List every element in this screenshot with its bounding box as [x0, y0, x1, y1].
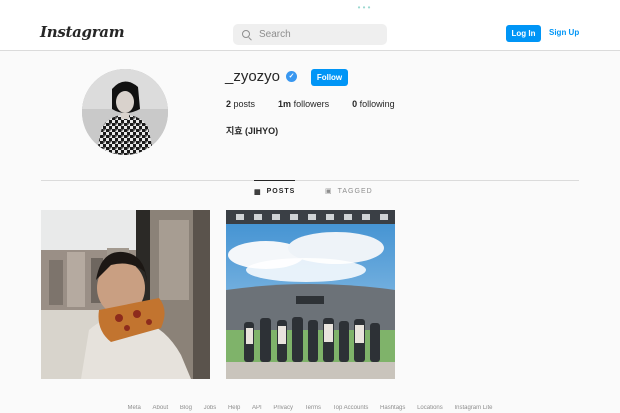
followers-count-label: followers — [293, 99, 330, 109]
profile-username: _zyozyo — [225, 68, 281, 85]
tab-posts[interactable]: ▦ POSTS — [254, 180, 296, 202]
tab-posts-label: POSTS — [266, 188, 296, 195]
profile-avatar[interactable] — [82, 69, 168, 155]
posts-count: 2 posts — [226, 99, 255, 109]
footer-link[interactable]: Help — [228, 405, 240, 411]
followers-count-value: 1m — [278, 99, 292, 109]
footer-link[interactable]: Locations — [417, 405, 443, 411]
verified-badge-icon: ✓ — [286, 71, 297, 82]
post-thumbnail[interactable] — [226, 210, 395, 379]
log-in-button[interactable]: Log In — [506, 25, 541, 42]
instagram-logo[interactable]: Instagram — [40, 23, 125, 41]
search-input[interactable] — [259, 29, 379, 40]
tab-tagged-label: TAGGED — [337, 187, 373, 195]
grid-icon: ▦ — [254, 188, 262, 196]
posts-count-value: 2 — [226, 99, 232, 109]
avatar-image — [82, 69, 168, 155]
post-thumbnail[interactable] — [41, 210, 210, 379]
footer-link[interactable]: About — [153, 405, 169, 411]
footer-link[interactable]: Terms — [305, 405, 321, 411]
post-image-stadium — [226, 210, 395, 379]
profile-stats: 2 posts 1m followers 0 following — [226, 99, 418, 109]
browser-top-strip: • • • — [0, 0, 620, 15]
following-count-value: 0 — [352, 99, 358, 109]
footer-link[interactable]: Privacy — [273, 405, 293, 411]
profile-full-name: 지효 (JIHYO) — [226, 126, 279, 136]
footer-link[interactable]: Blog — [180, 405, 192, 411]
top-navigation-bar: Instagram Log In Sign Up — [0, 15, 620, 51]
footer-link[interactable]: Instagram Lite — [454, 405, 492, 411]
footer-link[interactable]: Jobs — [204, 405, 217, 411]
following-count[interactable]: 0 following — [352, 99, 395, 109]
footer-link[interactable]: Hashtags — [380, 405, 405, 411]
footer-link[interactable]: Meta — [128, 405, 141, 411]
following-count-label: following — [359, 99, 395, 109]
loading-indicator-icon: • • • — [357, 3, 371, 12]
followers-count[interactable]: 1m followers — [278, 99, 329, 109]
search-icon — [242, 29, 252, 41]
footer-link[interactable]: Top Accounts — [333, 405, 369, 411]
footer-links: Meta About Blog Jobs Help API Privacy Te… — [0, 405, 620, 411]
follow-button[interactable]: Follow — [311, 69, 348, 86]
profile-tabs-divider — [41, 180, 579, 181]
footer-link[interactable]: API — [252, 405, 262, 411]
tab-tagged[interactable]: ▣ TAGGED — [325, 180, 373, 202]
tag-icon: ▣ — [325, 188, 333, 195]
post-image-pizza — [41, 210, 210, 379]
sign-up-link[interactable]: Sign Up — [549, 28, 579, 37]
posts-count-label: posts — [233, 99, 256, 109]
search-box[interactable] — [233, 24, 387, 45]
